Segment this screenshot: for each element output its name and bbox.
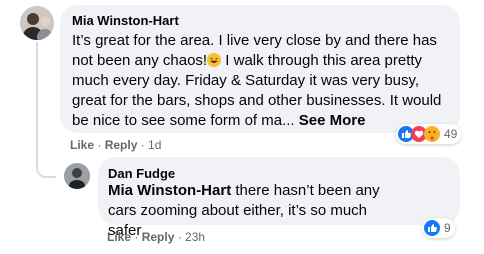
reply-thread-line	[36, 42, 56, 178]
comment-timestamp[interactable]: 1d	[148, 138, 161, 152]
reply-button[interactable]: Reply	[105, 138, 138, 152]
separator: ·	[94, 138, 105, 152]
profile-photo	[64, 163, 90, 189]
like-button[interactable]: Like	[107, 230, 131, 244]
like-button[interactable]: Like	[70, 138, 94, 152]
avatar-mia-winston-hart[interactable]	[20, 6, 54, 40]
like-icon	[424, 220, 440, 236]
reply-button[interactable]: Reply	[142, 230, 175, 244]
separator: ·	[137, 138, 149, 152]
laughing-emoji-icon	[207, 53, 222, 67]
mention-link[interactable]: Mia Winston-Hart	[108, 182, 231, 199]
profile-photo	[20, 6, 54, 40]
comment-reaction-count: 49	[444, 127, 458, 141]
comment-reactions[interactable]: 49	[396, 124, 462, 144]
reply-author-name[interactable]: Dan Fudge	[108, 166, 175, 181]
reply-reactions[interactable]: 9	[422, 218, 455, 238]
comment-text: It’s great for the area. I live very clo…	[72, 31, 454, 131]
see-more-link[interactable]: See More	[299, 112, 366, 129]
avatar-dan-fudge[interactable]	[64, 163, 90, 189]
reply-timestamp[interactable]: 23h	[185, 230, 205, 244]
separator: ·	[131, 230, 142, 244]
separator: ·	[174, 230, 186, 244]
care-icon	[424, 126, 440, 142]
comment-actions: Like · Reply · 1d	[70, 138, 161, 152]
reply-reaction-count: 9	[444, 221, 451, 235]
reply-actions: Like · Reply · 23h	[107, 230, 205, 244]
comment-author-name[interactable]: Mia Winston-Hart	[72, 13, 179, 28]
